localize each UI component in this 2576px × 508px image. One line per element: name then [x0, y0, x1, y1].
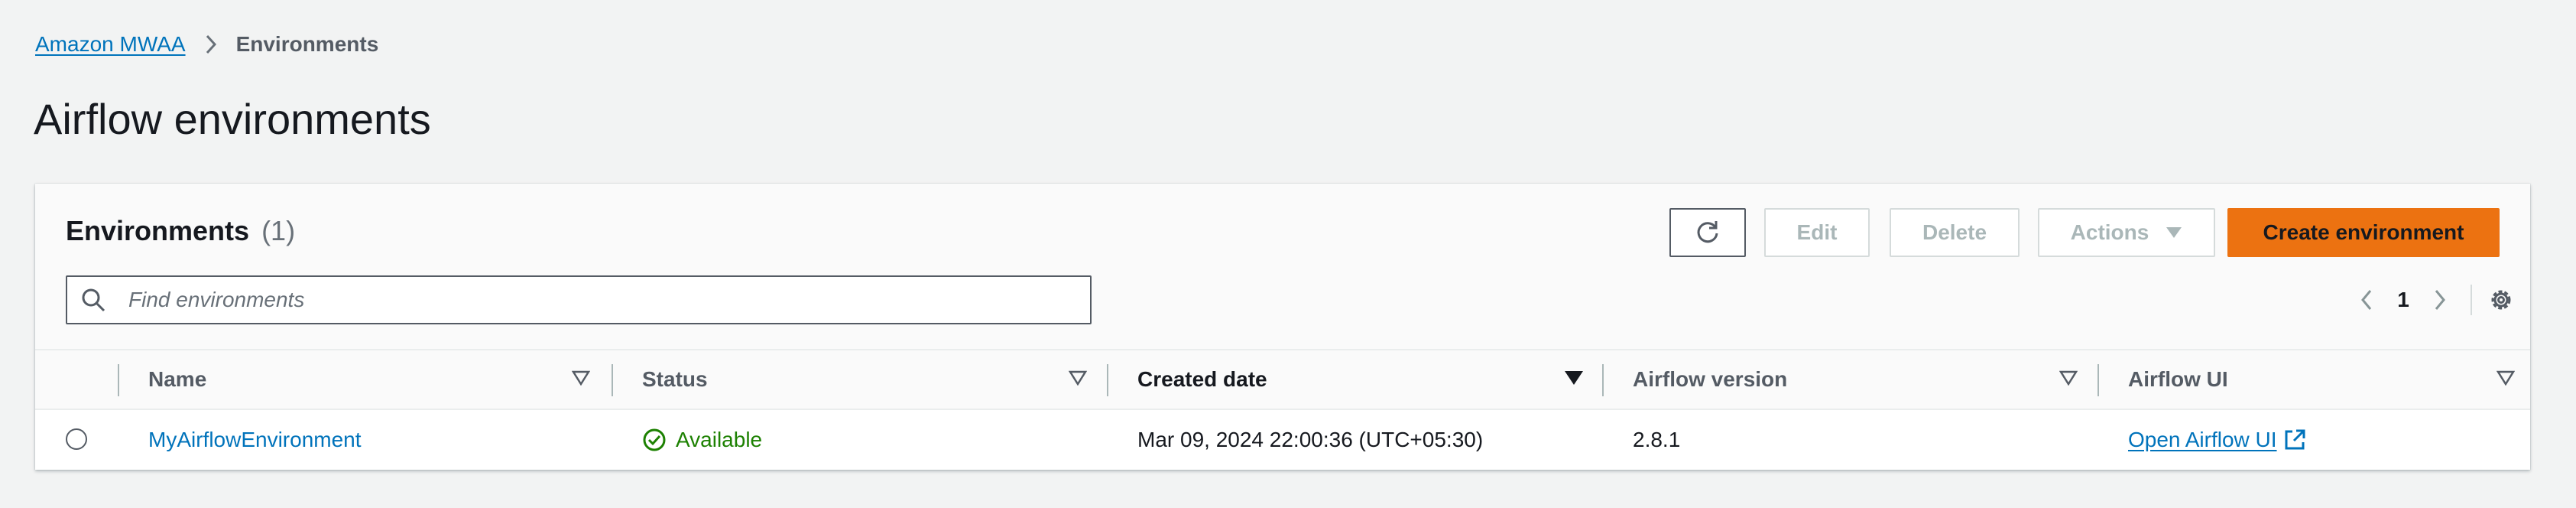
previous-page-icon[interactable]: [2351, 288, 2382, 311]
sort-icon[interactable]: [1069, 370, 1087, 386]
search-input[interactable]: [127, 287, 1047, 313]
column-header-airflow-version[interactable]: Airflow version: [1633, 350, 1787, 409]
current-page-number[interactable]: 1: [2382, 288, 2425, 312]
status-cell: Available: [642, 410, 762, 470]
column-header-airflow-ui[interactable]: Airflow UI: [2128, 350, 2228, 409]
breadcrumb-link-amazon-mwaa[interactable]: Amazon MWAA: [35, 32, 186, 57]
refresh-button[interactable]: [1669, 208, 1746, 257]
status-text: Available: [676, 428, 763, 451]
table-title: Environments (1): [66, 213, 295, 249]
open-airflow-ui-link[interactable]: Open Airflow UI: [2128, 428, 2277, 452]
sort-icon[interactable]: [572, 370, 590, 386]
column-divider: [118, 364, 119, 396]
settings-gear-icon[interactable]: [2486, 285, 2516, 315]
table-title-text: Environments: [66, 215, 250, 246]
sort-icon[interactable]: [2059, 370, 2078, 386]
chevron-right-icon: [204, 34, 218, 55]
status-success-icon: [642, 428, 667, 452]
actions-dropdown[interactable]: Actions: [2038, 208, 2215, 257]
column-header-status[interactable]: Status: [642, 350, 708, 409]
refresh-icon: [1693, 218, 1722, 247]
table-row: MyAirflowEnvironment Available Mar 09, 2…: [35, 410, 2530, 470]
next-page-icon[interactable]: [2425, 288, 2455, 311]
sort-icon[interactable]: [2497, 370, 2515, 386]
caret-down-icon: [2166, 226, 2182, 239]
environments-table-container: Environments (1) Edit Delete Actions Cre…: [35, 184, 2530, 470]
page-title: Airflow environments: [34, 95, 431, 143]
pagination: 1: [2351, 282, 2455, 318]
external-link-icon[interactable]: [2283, 428, 2306, 451]
column-header-name[interactable]: Name: [148, 350, 206, 409]
delete-button[interactable]: Delete: [1890, 208, 2020, 257]
sort-descending-icon[interactable]: [1564, 370, 1584, 386]
actions-label: Actions: [2070, 220, 2149, 244]
environment-name[interactable]: MyAirflowEnvironment: [148, 428, 362, 452]
column-divider: [612, 364, 613, 396]
column-divider: [2097, 364, 2099, 396]
created-date-cell: Mar 09, 2024 22:00:36 (UTC+05:30): [1137, 428, 1484, 451]
environment-name-link[interactable]: MyAirflowEnvironment: [148, 410, 362, 470]
row-select-radio[interactable]: [66, 428, 87, 450]
create-environment-button[interactable]: Create environment: [2227, 208, 2500, 257]
search-icon: [81, 288, 112, 312]
edit-button[interactable]: Edit: [1764, 208, 1870, 257]
table-count: (1): [261, 215, 296, 246]
breadcrumb-current: Environments: [235, 32, 379, 56]
table-header-bar: Environments (1) Edit Delete Actions Cre…: [35, 184, 2530, 349]
breadcrumb: Amazon MWAA Environments: [35, 29, 378, 60]
column-header-created-date[interactable]: Created date: [1137, 350, 1267, 409]
airflow-ui-cell: Open Airflow UI: [2128, 410, 2306, 470]
column-divider: [1107, 364, 1108, 396]
airflow-version-cell: 2.8.1: [1633, 428, 1681, 451]
table-column-headers: Name Status Created date Airflow version…: [35, 349, 2530, 410]
column-divider: [1602, 364, 1604, 396]
pagination-divider: [2471, 285, 2472, 315]
search-field[interactable]: [66, 275, 1092, 324]
